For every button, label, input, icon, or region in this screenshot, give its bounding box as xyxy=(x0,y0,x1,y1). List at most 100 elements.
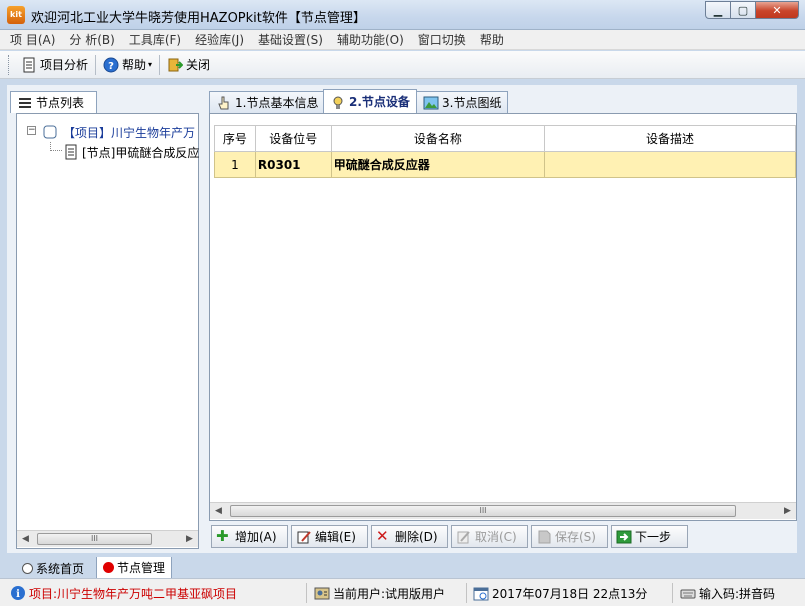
window-title: 欢迎河北工业大学牛晓芳使用HAZOPkit软件【节点管理】 xyxy=(31,11,366,26)
col-seq-header[interactable]: 序号 xyxy=(214,125,256,152)
help-button[interactable]: ? 帮助 ▾ xyxy=(99,54,156,76)
plus-icon: ✚ xyxy=(216,526,229,545)
delete-label: 删除(D) xyxy=(395,530,438,544)
node-document-icon xyxy=(65,144,77,160)
exit-door-icon xyxy=(168,58,184,71)
tree-horizontal-scrollbar[interactable]: ◀ III ▶ xyxy=(17,530,198,547)
help-icon: ? xyxy=(103,57,119,72)
status-project-text: 项目:川宁生物年产万吨二甲基亚砜项目 xyxy=(29,586,238,601)
tab-node-drawings[interactable]: 3.节点图纸 xyxy=(416,91,509,113)
cancel-button[interactable]: 取消(C) xyxy=(451,525,528,548)
close-window-button[interactable]: ✕ xyxy=(756,1,799,19)
col-desc-header[interactable]: 设备描述 xyxy=(543,125,797,152)
save-button[interactable]: 保存(S) xyxy=(531,525,608,548)
menu-tool-library[interactable]: 工具库(F) xyxy=(129,31,181,48)
status-project: i 项目:川宁生物年产万吨二甲基亚砜项目 xyxy=(10,584,237,602)
tree-connector xyxy=(50,142,62,151)
scroll-thumb[interactable]: III xyxy=(230,505,736,517)
tab-node-list[interactable]: 节点列表 xyxy=(10,91,97,113)
calendar-icon xyxy=(473,587,489,601)
scroll-right-icon[interactable]: ▶ xyxy=(779,503,796,519)
document-icon xyxy=(23,57,35,72)
edit-button[interactable]: 编辑(E) xyxy=(291,525,368,548)
cell-tag[interactable]: R0301 xyxy=(254,151,332,178)
toolbar: 项目分析 ? 帮助 ▾ 关闭 xyxy=(0,51,805,79)
status-datetime-text: 2017年07月18日 22点13分 xyxy=(492,586,648,601)
tab-node-basic-info[interactable]: 1.节点基本信息 xyxy=(209,91,326,113)
collapse-icon[interactable]: − xyxy=(27,126,36,135)
edit-icon xyxy=(297,530,311,543)
close-label: 关闭 xyxy=(186,58,211,72)
status-user-text: 当前用户:试用版用户 xyxy=(333,586,446,601)
col-name-header[interactable]: 设备名称 xyxy=(330,125,545,152)
close-button[interactable]: 关闭 xyxy=(163,54,214,76)
app-icon: kit xyxy=(7,6,25,24)
scroll-thumb[interactable]: III xyxy=(37,533,152,545)
cell-name[interactable]: 甲硫醚合成反应器 xyxy=(330,151,545,178)
red-dot-icon xyxy=(103,562,114,573)
toolbar-grip xyxy=(8,54,11,75)
tab-node-equipment[interactable]: 2.节点设备 xyxy=(323,89,417,113)
menu-window-switch[interactable]: 窗口切换 xyxy=(418,31,466,48)
cell-desc[interactable] xyxy=(543,151,797,178)
tab-label: 1.节点基本信息 xyxy=(235,96,319,110)
node-management-label: 节点管理 xyxy=(117,561,166,575)
next-step-button[interactable]: 下一步 xyxy=(611,525,688,548)
keyboard-icon xyxy=(680,589,696,599)
menu-analysis[interactable]: 分 析(B) xyxy=(69,31,114,48)
tree-node-label: [节点]甲硫醚合成反应 xyxy=(82,146,200,160)
edit-label: 编辑(E) xyxy=(315,530,356,544)
tab-system-home[interactable]: 系统首页 xyxy=(16,557,90,579)
tab-label: 2.节点设备 xyxy=(349,95,410,109)
add-label: 增加(A) xyxy=(235,530,277,544)
next-step-label: 下一步 xyxy=(635,530,672,544)
status-separator xyxy=(466,583,467,603)
status-separator xyxy=(672,583,673,603)
status-input-method: 输入码:拼音码 xyxy=(680,584,775,602)
maximize-button[interactable]: ▢ xyxy=(731,1,756,19)
list-icon xyxy=(19,97,31,108)
svg-text:?: ? xyxy=(108,61,114,72)
node-list-label: 节点列表 xyxy=(36,96,85,110)
cancel-label: 取消(C) xyxy=(475,530,517,544)
radio-empty-icon xyxy=(22,562,33,574)
menu-bar: 项 目(A) 分 析(B) 工具库(F) 经验库(J) 基础设置(S) 辅助功能… xyxy=(0,30,805,50)
dropdown-arrow-icon: ▾ xyxy=(148,60,153,69)
table-row[interactable]: 1 R0301 甲硫醚合成反应器 xyxy=(214,151,797,178)
delete-button[interactable]: ✕ 删除(D) xyxy=(371,525,448,548)
hand-pointer-icon xyxy=(218,96,229,109)
scroll-left-icon[interactable]: ◀ xyxy=(17,531,34,547)
status-user: 当前用户:试用版用户 xyxy=(314,584,445,602)
toolbar-separator xyxy=(95,54,97,75)
menu-basic-settings[interactable]: 基础设置(S) xyxy=(258,31,323,48)
node-tree-panel: − 【项目】川宁生物年产万 [节点]甲硫醚合成反应 ◀ III ▶ xyxy=(16,113,199,549)
delete-x-icon: ✕ xyxy=(376,526,389,545)
cell-seq[interactable]: 1 xyxy=(214,151,256,178)
scroll-left-icon[interactable]: ◀ xyxy=(210,503,227,519)
user-icon xyxy=(314,587,330,600)
status-datetime: 2017年07月18日 22点13分 xyxy=(473,584,647,602)
menu-project[interactable]: 项 目(A) xyxy=(10,31,55,48)
window-controls: ▁ ▢ ✕ xyxy=(705,1,799,19)
project-node-icon xyxy=(43,125,57,139)
equipment-icon xyxy=(333,96,343,109)
col-tag-header[interactable]: 设备位号 xyxy=(254,125,332,152)
status-separator xyxy=(306,583,307,603)
info-icon: i xyxy=(11,586,25,600)
menu-auxiliary[interactable]: 辅助功能(O) xyxy=(337,31,404,48)
save-label: 保存(S) xyxy=(555,530,596,544)
equipment-grid-panel: 序号 设备位号 设备名称 设备描述 1 R0301 甲硫醚合成反应器 ◀ III… xyxy=(209,113,797,521)
image-icon xyxy=(423,96,439,109)
minimize-button[interactable]: ▁ xyxy=(705,1,731,19)
add-button[interactable]: ✚ 增加(A) xyxy=(211,525,288,548)
menu-experience-library[interactable]: 经验库(J) xyxy=(195,31,244,48)
tab-node-management[interactable]: 节点管理 xyxy=(96,557,173,579)
tab-label: 3.节点图纸 xyxy=(442,96,502,110)
menu-help[interactable]: 帮助 xyxy=(480,31,504,48)
project-analysis-label: 项目分析 xyxy=(40,58,89,72)
tree-project-label: 【项目】川宁生物年产万 xyxy=(63,126,196,140)
grid-horizontal-scrollbar[interactable]: ◀ III ▶ xyxy=(210,502,796,519)
project-analysis-button[interactable]: 项目分析 xyxy=(17,54,92,76)
arrow-right-icon xyxy=(616,530,632,543)
scroll-right-icon[interactable]: ▶ xyxy=(181,531,198,547)
